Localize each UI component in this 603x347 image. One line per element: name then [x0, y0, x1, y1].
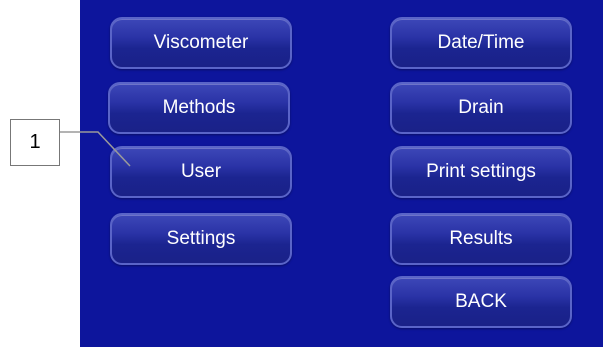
settings-button[interactable]: Settings — [110, 213, 292, 265]
methods-button[interactable]: Methods — [108, 82, 290, 134]
date-time-button-label: Date/Time — [437, 32, 525, 53]
print-settings-button[interactable]: Print settings — [390, 146, 572, 198]
print-settings-button-label: Print settings — [426, 161, 536, 182]
back-button[interactable]: BACK — [390, 276, 572, 328]
settings-button-label: Settings — [166, 228, 236, 249]
drain-button-label: Drain — [458, 97, 504, 118]
viscometer-button-label: Viscometer — [153, 32, 249, 53]
callout-number: 1 — [29, 131, 41, 153]
date-time-button[interactable]: Date/Time — [390, 17, 572, 69]
callout-number-box: 1 — [10, 119, 60, 166]
manual-figure: Viscometer Methods User Settings Date/Ti… — [0, 0, 603, 347]
results-button-label: Results — [449, 228, 513, 249]
drain-button[interactable]: Drain — [390, 82, 572, 134]
user-button[interactable]: User — [110, 146, 292, 198]
viscometer-button[interactable]: Viscometer — [110, 17, 292, 69]
user-button-label: User — [180, 161, 222, 182]
device-screen: Viscometer Methods User Settings Date/Ti… — [80, 0, 603, 347]
back-button-label: BACK — [455, 291, 507, 312]
methods-button-label: Methods — [162, 97, 236, 118]
results-button[interactable]: Results — [390, 213, 572, 265]
